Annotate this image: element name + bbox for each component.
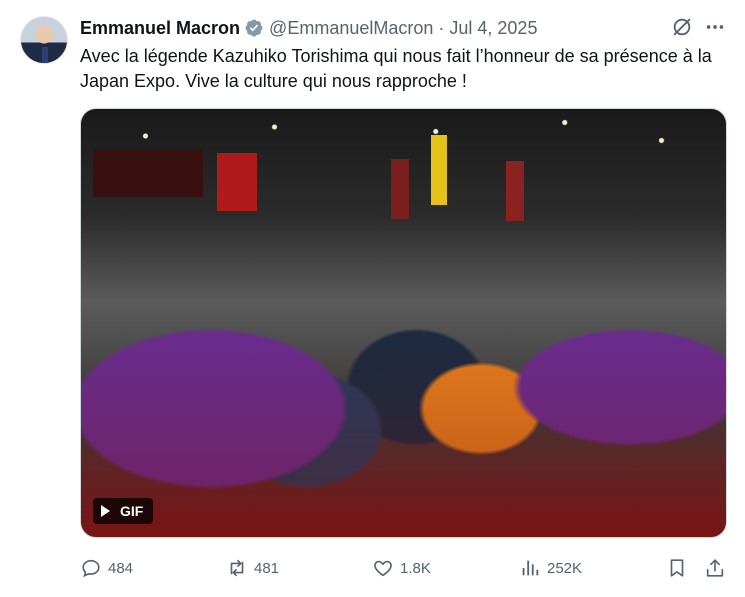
- author-handle[interactable]: @EmmanuelMacron: [269, 18, 433, 39]
- like-count: 1.8K: [400, 559, 431, 577]
- tweet[interactable]: Emmanuel Macron @EmmanuelMacron · Jul 4,…: [0, 0, 745, 597]
- bookmark-button[interactable]: [666, 555, 688, 581]
- play-icon: [101, 505, 110, 517]
- media-banner: [506, 161, 524, 221]
- tweet-date[interactable]: Jul 4, 2025: [449, 18, 537, 39]
- author-name[interactable]: Emmanuel Macron: [80, 18, 240, 39]
- media-banner: [93, 149, 203, 197]
- avatar[interactable]: [20, 16, 68, 64]
- verified-badge-icon: [244, 18, 264, 38]
- reply-button[interactable]: 484: [80, 555, 133, 581]
- gif-label: GIF: [120, 503, 144, 519]
- tweet-media-gif[interactable]: [80, 108, 727, 538]
- reply-count: 484: [108, 559, 134, 577]
- media-banner: [391, 159, 409, 219]
- share-button[interactable]: [704, 555, 726, 581]
- action-bar: 484 481 1.8K 252K: [80, 555, 730, 581]
- more-icon[interactable]: [704, 16, 726, 38]
- grok-icon[interactable]: [671, 16, 693, 38]
- views-button[interactable]: 252K: [519, 555, 582, 581]
- like-button[interactable]: 1.8K: [372, 555, 431, 581]
- separator-dot: ·: [438, 17, 445, 38]
- heart-icon: [374, 560, 392, 577]
- reply-icon: [82, 559, 100, 578]
- repost-count: 481: [254, 559, 280, 577]
- tweet-text: Avec la légende Kazuhiko Torishima qui n…: [80, 46, 712, 91]
- share-icon: [706, 559, 724, 577]
- views-icon: [522, 560, 539, 576]
- tweet-header: Emmanuel Macron @EmmanuelMacron · Jul 4,…: [80, 17, 537, 39]
- repost-icon: [230, 559, 244, 577]
- bookmark-icon: [670, 559, 684, 577]
- gif-play-button[interactable]: GIF: [93, 498, 154, 524]
- views-count: 252K: [547, 559, 583, 577]
- media-banner: [431, 135, 447, 205]
- repost-button[interactable]: 481: [226, 555, 279, 581]
- media-banner: [217, 153, 257, 211]
